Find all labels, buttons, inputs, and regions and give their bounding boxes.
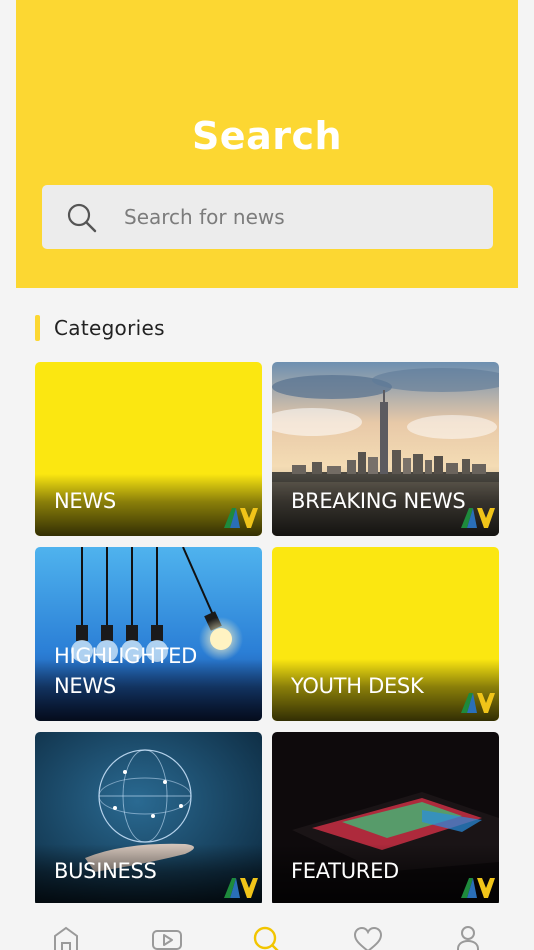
nav-home[interactable]: [51, 925, 81, 950]
brand-logo-icon: [224, 878, 258, 898]
category-card-youth-desk[interactable]: YOUTH DESK: [272, 547, 499, 721]
brand-logo-icon: [461, 508, 495, 528]
search-input[interactable]: [124, 185, 474, 249]
category-label: HIGHLIGHTED NEWS: [54, 644, 197, 698]
nav-search[interactable]: [252, 925, 282, 950]
category-card-breaking-news[interactable]: BREAKING NEWS: [272, 362, 499, 536]
nav-videos[interactable]: [152, 925, 182, 950]
nav-profile[interactable]: [453, 925, 483, 950]
nav-favorites[interactable]: [353, 925, 383, 950]
brand-logo-icon: [224, 508, 258, 528]
category-label: YOUTH DESK: [291, 674, 424, 698]
category-card-news[interactable]: NEWS: [35, 362, 262, 536]
search-screen: Search Categories NEWS: [0, 0, 534, 950]
categories-accent-bar: [35, 315, 40, 341]
bottom-nav: [0, 903, 534, 950]
search-bar[interactable]: [42, 185, 493, 249]
category-card-featured[interactable]: FEATURED: [272, 732, 499, 906]
category-label: NEWS: [54, 489, 116, 513]
category-card-highlighted-news[interactable]: HIGHLIGHTED NEWS: [35, 547, 262, 721]
categories-title: Categories: [54, 316, 165, 340]
video-icon: [152, 930, 182, 950]
category-card-business[interactable]: BUSINESS: [35, 732, 262, 906]
search-header: Search: [16, 0, 518, 288]
home-icon: [54, 926, 78, 950]
categories-heading: Categories: [35, 314, 165, 342]
page-title: Search: [191, 114, 343, 158]
user-icon: [457, 926, 479, 950]
heart-icon: [353, 926, 383, 950]
category-label: BUSINESS: [54, 859, 157, 883]
search-icon: [253, 926, 279, 950]
brand-logo-icon: [461, 693, 495, 713]
category-label: FEATURED: [291, 859, 399, 883]
brand-logo-icon: [461, 878, 495, 898]
search-icon: [67, 203, 97, 233]
